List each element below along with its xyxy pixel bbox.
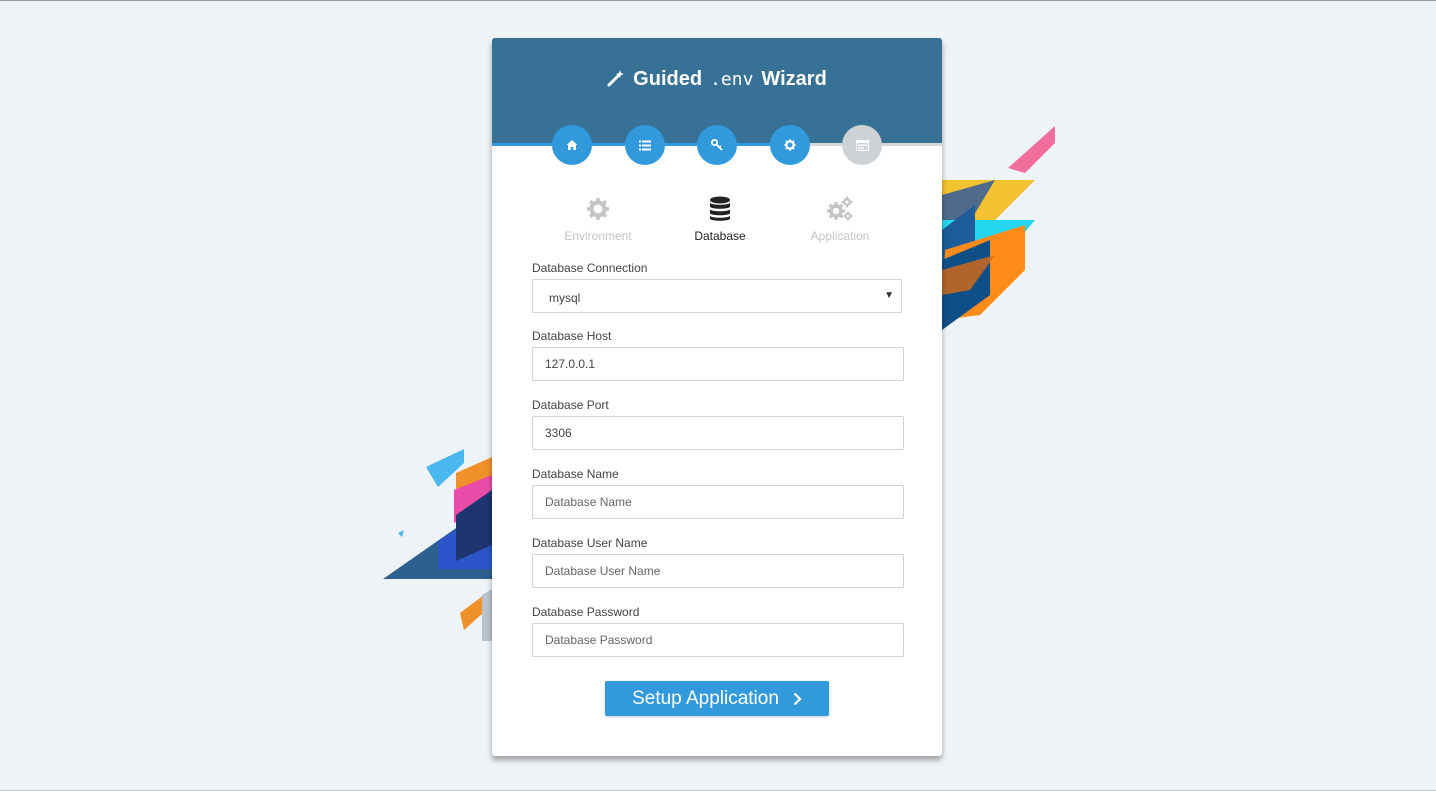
substep-database-label: Database xyxy=(694,229,746,243)
db-user-input[interactable] xyxy=(532,554,904,588)
db-connection-value: mysql xyxy=(549,291,581,305)
server-icon xyxy=(855,139,869,151)
wizard-title-left: Guided xyxy=(633,68,703,90)
gear-icon xyxy=(784,139,796,151)
wizard-title: Guided .env Wizard xyxy=(492,66,942,94)
magic-wand-icon xyxy=(607,68,625,94)
decorative-art-right xyxy=(942,126,1055,330)
setup-application-label: Setup Application xyxy=(632,687,779,709)
wizard-card: Guided .env Wizard Environment Database … xyxy=(492,38,942,756)
db-password-input[interactable] xyxy=(532,623,904,657)
substep-application[interactable]: Application xyxy=(785,195,895,243)
db-host-label: Database Host xyxy=(532,329,612,343)
home-icon xyxy=(566,140,578,150)
decorative-art-left xyxy=(383,449,492,641)
list-icon xyxy=(639,140,651,150)
substep-application-label: Application xyxy=(810,229,870,243)
db-connection-label: Database Connection xyxy=(532,261,648,275)
gear-icon xyxy=(587,198,609,220)
db-user-label: Database User Name xyxy=(532,536,648,550)
substep-database[interactable]: Database xyxy=(665,195,775,243)
db-name-input[interactable] xyxy=(532,485,904,519)
chevron-right-icon xyxy=(793,692,802,705)
setup-application-button[interactable]: Setup Application xyxy=(605,681,829,716)
step-home-button[interactable] xyxy=(552,125,592,165)
dropdown-arrow-icon: ▼ xyxy=(884,290,894,301)
window-bottom-border xyxy=(0,790,1436,794)
wizard-title-right: Wizard xyxy=(761,68,827,90)
window-top-border xyxy=(0,0,1436,1)
db-port-label: Database Port xyxy=(532,398,609,412)
key-icon xyxy=(711,139,723,151)
gears-icon xyxy=(827,196,853,221)
substep-environment-label: Environment xyxy=(564,229,632,243)
db-port-input[interactable] xyxy=(532,416,904,450)
db-name-label: Database Name xyxy=(532,467,619,481)
db-connection-select[interactable]: mysql ▼ xyxy=(532,279,902,313)
db-host-input[interactable] xyxy=(532,347,904,381)
substep-environment[interactable]: Environment xyxy=(543,195,653,243)
step-list-button[interactable] xyxy=(625,125,665,165)
step-key-button[interactable] xyxy=(697,125,737,165)
db-password-label: Database Password xyxy=(532,605,640,619)
step-settings-button[interactable] xyxy=(770,125,810,165)
wizard-title-env: .env xyxy=(710,69,754,90)
step-server-button[interactable] xyxy=(842,125,882,165)
database-icon xyxy=(710,196,730,221)
